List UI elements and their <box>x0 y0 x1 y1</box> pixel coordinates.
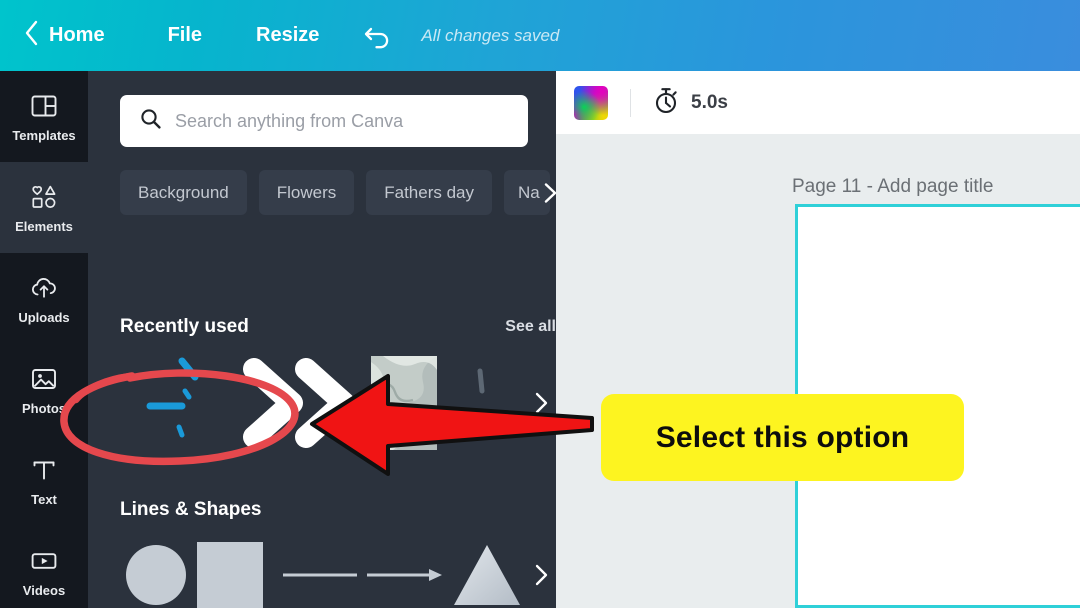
lines-shapes-row <box>120 537 556 608</box>
text-t-icon <box>29 455 59 485</box>
recently-used-next-chevron-right-icon[interactable] <box>528 390 554 416</box>
back-chevron-icon[interactable] <box>22 19 40 52</box>
top-bar: Home File Resize All changes saved <box>0 0 1080 71</box>
section-title: Recently used <box>120 316 249 337</box>
templates-layout-icon <box>29 91 59 121</box>
callout-text: Select this option <box>655 420 910 454</box>
home-button[interactable]: Home <box>49 24 105 47</box>
lines-shapes-next-chevron-right-icon[interactable] <box>528 562 554 588</box>
sidebar-item-elements[interactable]: Elements <box>0 149 88 266</box>
sidebar-label-text: Text <box>31 491 57 507</box>
tile-marble-thumbnail[interactable] <box>366 348 442 458</box>
chip-label: Background <box>138 182 229 202</box>
callout-box: Select this option <box>601 394 964 481</box>
shape-arrow-line[interactable] <box>362 565 448 585</box>
section-header-lines-shapes: Lines & Shapes <box>120 498 556 522</box>
page-duration-control[interactable]: 5.0s <box>653 86 728 119</box>
shape-plain-line[interactable] <box>278 565 362 585</box>
cloud-upload-icon <box>29 273 59 303</box>
resize-button[interactable]: Resize <box>256 24 319 47</box>
chips-next-chevron-right-icon[interactable] <box>536 179 556 207</box>
tile-blue-dashes-graphic[interactable] <box>120 348 232 458</box>
section-header-recently-used: Recently used See all <box>120 315 556 339</box>
stopwatch-icon <box>653 86 679 119</box>
tile-partial-graphic[interactable] <box>442 348 500 458</box>
page-duration-label: 5.0s <box>691 91 728 113</box>
rainbow-color-picker-swatch[interactable] <box>574 85 608 120</box>
canvas-area: 5.0s Page 11 - Add page title <box>556 71 1080 608</box>
image-photo-icon <box>29 364 59 394</box>
video-play-icon <box>29 546 59 576</box>
toolbar-divider <box>630 88 631 117</box>
sidebar-label-videos: Videos <box>22 582 66 598</box>
canvas-toolbar: 5.0s <box>556 71 1080 134</box>
chip-label: Fathers day <box>384 182 475 202</box>
see-all-link-recently-used[interactable]: See all <box>505 318 556 336</box>
sidebar-item-uploads[interactable]: Uploads <box>0 253 88 344</box>
undo-icon[interactable] <box>363 23 393 49</box>
search-input[interactable] <box>175 110 528 132</box>
sidebar-label-templates: Templates <box>12 127 76 143</box>
sidebar-item-videos[interactable]: Videos <box>0 526 88 608</box>
filter-chip-fathers-day[interactable]: Fathers day <box>366 170 493 215</box>
elements-shapes-icon <box>29 182 59 212</box>
shape-circle[interactable] <box>120 543 192 607</box>
left-icon-rail: Templates Elements Uploads Photos Text V… <box>0 71 88 608</box>
search-bar[interactable] <box>120 95 528 147</box>
sidebar-label-elements: Elements <box>15 218 73 234</box>
recently-used-row <box>120 347 556 459</box>
filter-chip-background[interactable]: Background <box>120 170 247 215</box>
shape-square[interactable] <box>192 542 268 608</box>
filter-chip-row: Background Flowers Fathers day Na <box>120 170 556 215</box>
filter-chip-flowers[interactable]: Flowers <box>258 170 355 215</box>
sidebar-item-text[interactable]: Text <box>0 435 88 526</box>
elements-panel: Background Flowers Fathers day Na Recent… <box>88 71 556 608</box>
shape-triangle[interactable] <box>448 543 526 607</box>
search-icon <box>139 107 162 135</box>
sidebar-label-photos: Photos <box>21 400 67 416</box>
tile-double-chevron-graphic[interactable] <box>238 348 366 458</box>
sidebar-label-uploads: Uploads <box>18 309 70 325</box>
save-status-label: All changes saved <box>421 25 560 45</box>
section-title: Lines & Shapes <box>120 499 262 520</box>
chip-label: Flowers <box>276 182 337 202</box>
page-title-label[interactable]: Page 11 - Add page title <box>792 176 993 198</box>
sidebar-item-photos[interactable]: Photos <box>0 344 88 435</box>
file-menu-button[interactable]: File <box>168 24 202 47</box>
